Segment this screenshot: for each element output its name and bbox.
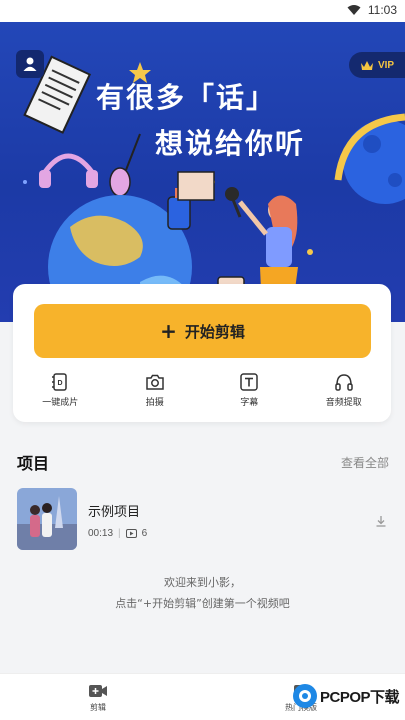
projects-header: 项目 查看全部 xyxy=(17,450,389,474)
status-time: 11:03 xyxy=(367,3,397,17)
wifi-icon xyxy=(347,5,361,15)
welcome-message: 欢迎来到小影， 点击“+开始剪辑”创建第一个视频吧 xyxy=(0,572,405,614)
clip-icon xyxy=(125,529,137,538)
download-icon xyxy=(376,516,386,527)
subtitle-icon xyxy=(240,373,258,391)
tool-label: 音频提取 xyxy=(325,398,362,408)
start-edit-label: 开始剪辑 xyxy=(184,322,245,341)
project-clip-count: 6 xyxy=(141,528,148,539)
svg-text:D: D xyxy=(58,380,63,387)
welcome-line1: 欢迎来到小影， xyxy=(164,576,241,589)
video-edit-icon xyxy=(89,685,107,697)
tool-label: 字幕 xyxy=(240,398,259,408)
projects-title: 项目 xyxy=(17,454,50,473)
quick-tools: D 一键成片 拍摄 字幕 音频提取 xyxy=(13,372,391,412)
camera-icon xyxy=(146,374,164,390)
nav-edit[interactable]: 剪辑 xyxy=(88,683,108,713)
view-all-link[interactable]: 查看全部 xyxy=(341,454,389,471)
banner-headline-line2: 想说给你听 xyxy=(155,127,306,160)
status-bar: 11:03 xyxy=(0,0,405,22)
user-icon xyxy=(23,57,37,71)
watermark-text: PCPOP下载 xyxy=(319,688,400,706)
download-button[interactable] xyxy=(375,512,387,531)
vip-button[interactable]: VIP xyxy=(349,52,405,78)
crown-icon xyxy=(360,60,373,70)
one-click-video-icon: D xyxy=(52,373,67,391)
tool-label: 一键成片 xyxy=(42,398,79,408)
action-card: + 开始剪辑 D 一键成片 拍摄 字幕 音频提取 xyxy=(13,284,391,422)
banner-illustration xyxy=(23,55,405,322)
project-item[interactable]: 示例项目 00:13 | 6 xyxy=(17,488,389,552)
meta-separator: | xyxy=(118,528,121,539)
project-name: 示例项目 xyxy=(88,505,141,520)
tool-audio-extract[interactable]: 音频提取 xyxy=(297,372,392,412)
headphones-icon xyxy=(335,374,353,391)
tool-subtitle[interactable]: 字幕 xyxy=(202,372,297,412)
vip-label: VIP xyxy=(377,59,395,71)
plus-icon: + xyxy=(160,319,177,343)
hero-banner[interactable]: VIP 有很多「话」 想说给你听 xyxy=(0,22,405,322)
tool-camera[interactable]: 拍摄 xyxy=(108,372,203,412)
banner-headline-line1: 有很多「话」 xyxy=(96,81,277,114)
nav-edit-label: 剪辑 xyxy=(90,703,106,712)
project-meta: 00:13 | 6 xyxy=(88,528,147,539)
start-edit-button[interactable]: + 开始剪辑 xyxy=(34,304,371,358)
project-thumbnail xyxy=(17,488,77,550)
project-duration: 00:13 xyxy=(88,528,114,539)
site-watermark: PCPOP下载 xyxy=(292,683,400,709)
user-profile-button[interactable] xyxy=(16,50,44,78)
tool-label: 拍摄 xyxy=(145,398,164,408)
welcome-line2: 点击“+开始剪辑”创建第一个视频吧 xyxy=(115,597,290,610)
pcpop-logo-icon xyxy=(292,684,317,708)
tool-one-click-video[interactable]: D 一键成片 xyxy=(13,372,108,412)
